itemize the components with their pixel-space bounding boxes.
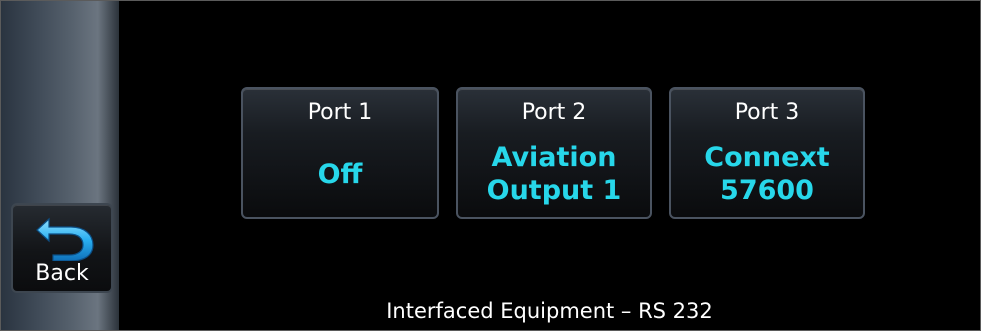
- port-3-value-line-2: 57600: [720, 175, 814, 206]
- screen: Back Port 1 Off Port 2 Aviation Output 1…: [0, 0, 981, 331]
- port-2-button[interactable]: Port 2 Aviation Output 1: [456, 87, 652, 219]
- sidebar: Back: [1, 1, 119, 330]
- port-1-title: Port 1: [307, 100, 373, 125]
- back-arrow-icon: [36, 217, 94, 261]
- port-2-value-line-1: Aviation: [491, 142, 617, 173]
- back-label: Back: [35, 261, 89, 286]
- port-1-button[interactable]: Port 1 Off: [241, 87, 439, 219]
- back-button[interactable]: Back: [11, 203, 113, 293]
- port-1-value-line-1: Off: [317, 158, 363, 190]
- port-2-value: Aviation Output 1: [458, 137, 650, 211]
- port-1-value: Off: [243, 137, 437, 211]
- port-3-button[interactable]: Port 3 Connext 57600: [669, 87, 865, 219]
- port-3-title: Port 3: [734, 100, 800, 125]
- port-2-value-line-2: Output 1: [486, 175, 622, 206]
- port-2-title: Port 2: [521, 100, 587, 125]
- page-title: Interfaced Equipment – RS 232: [386, 299, 713, 323]
- port-3-value: Connext 57600: [671, 137, 863, 211]
- port-3-value-line-1: Connext: [704, 142, 830, 173]
